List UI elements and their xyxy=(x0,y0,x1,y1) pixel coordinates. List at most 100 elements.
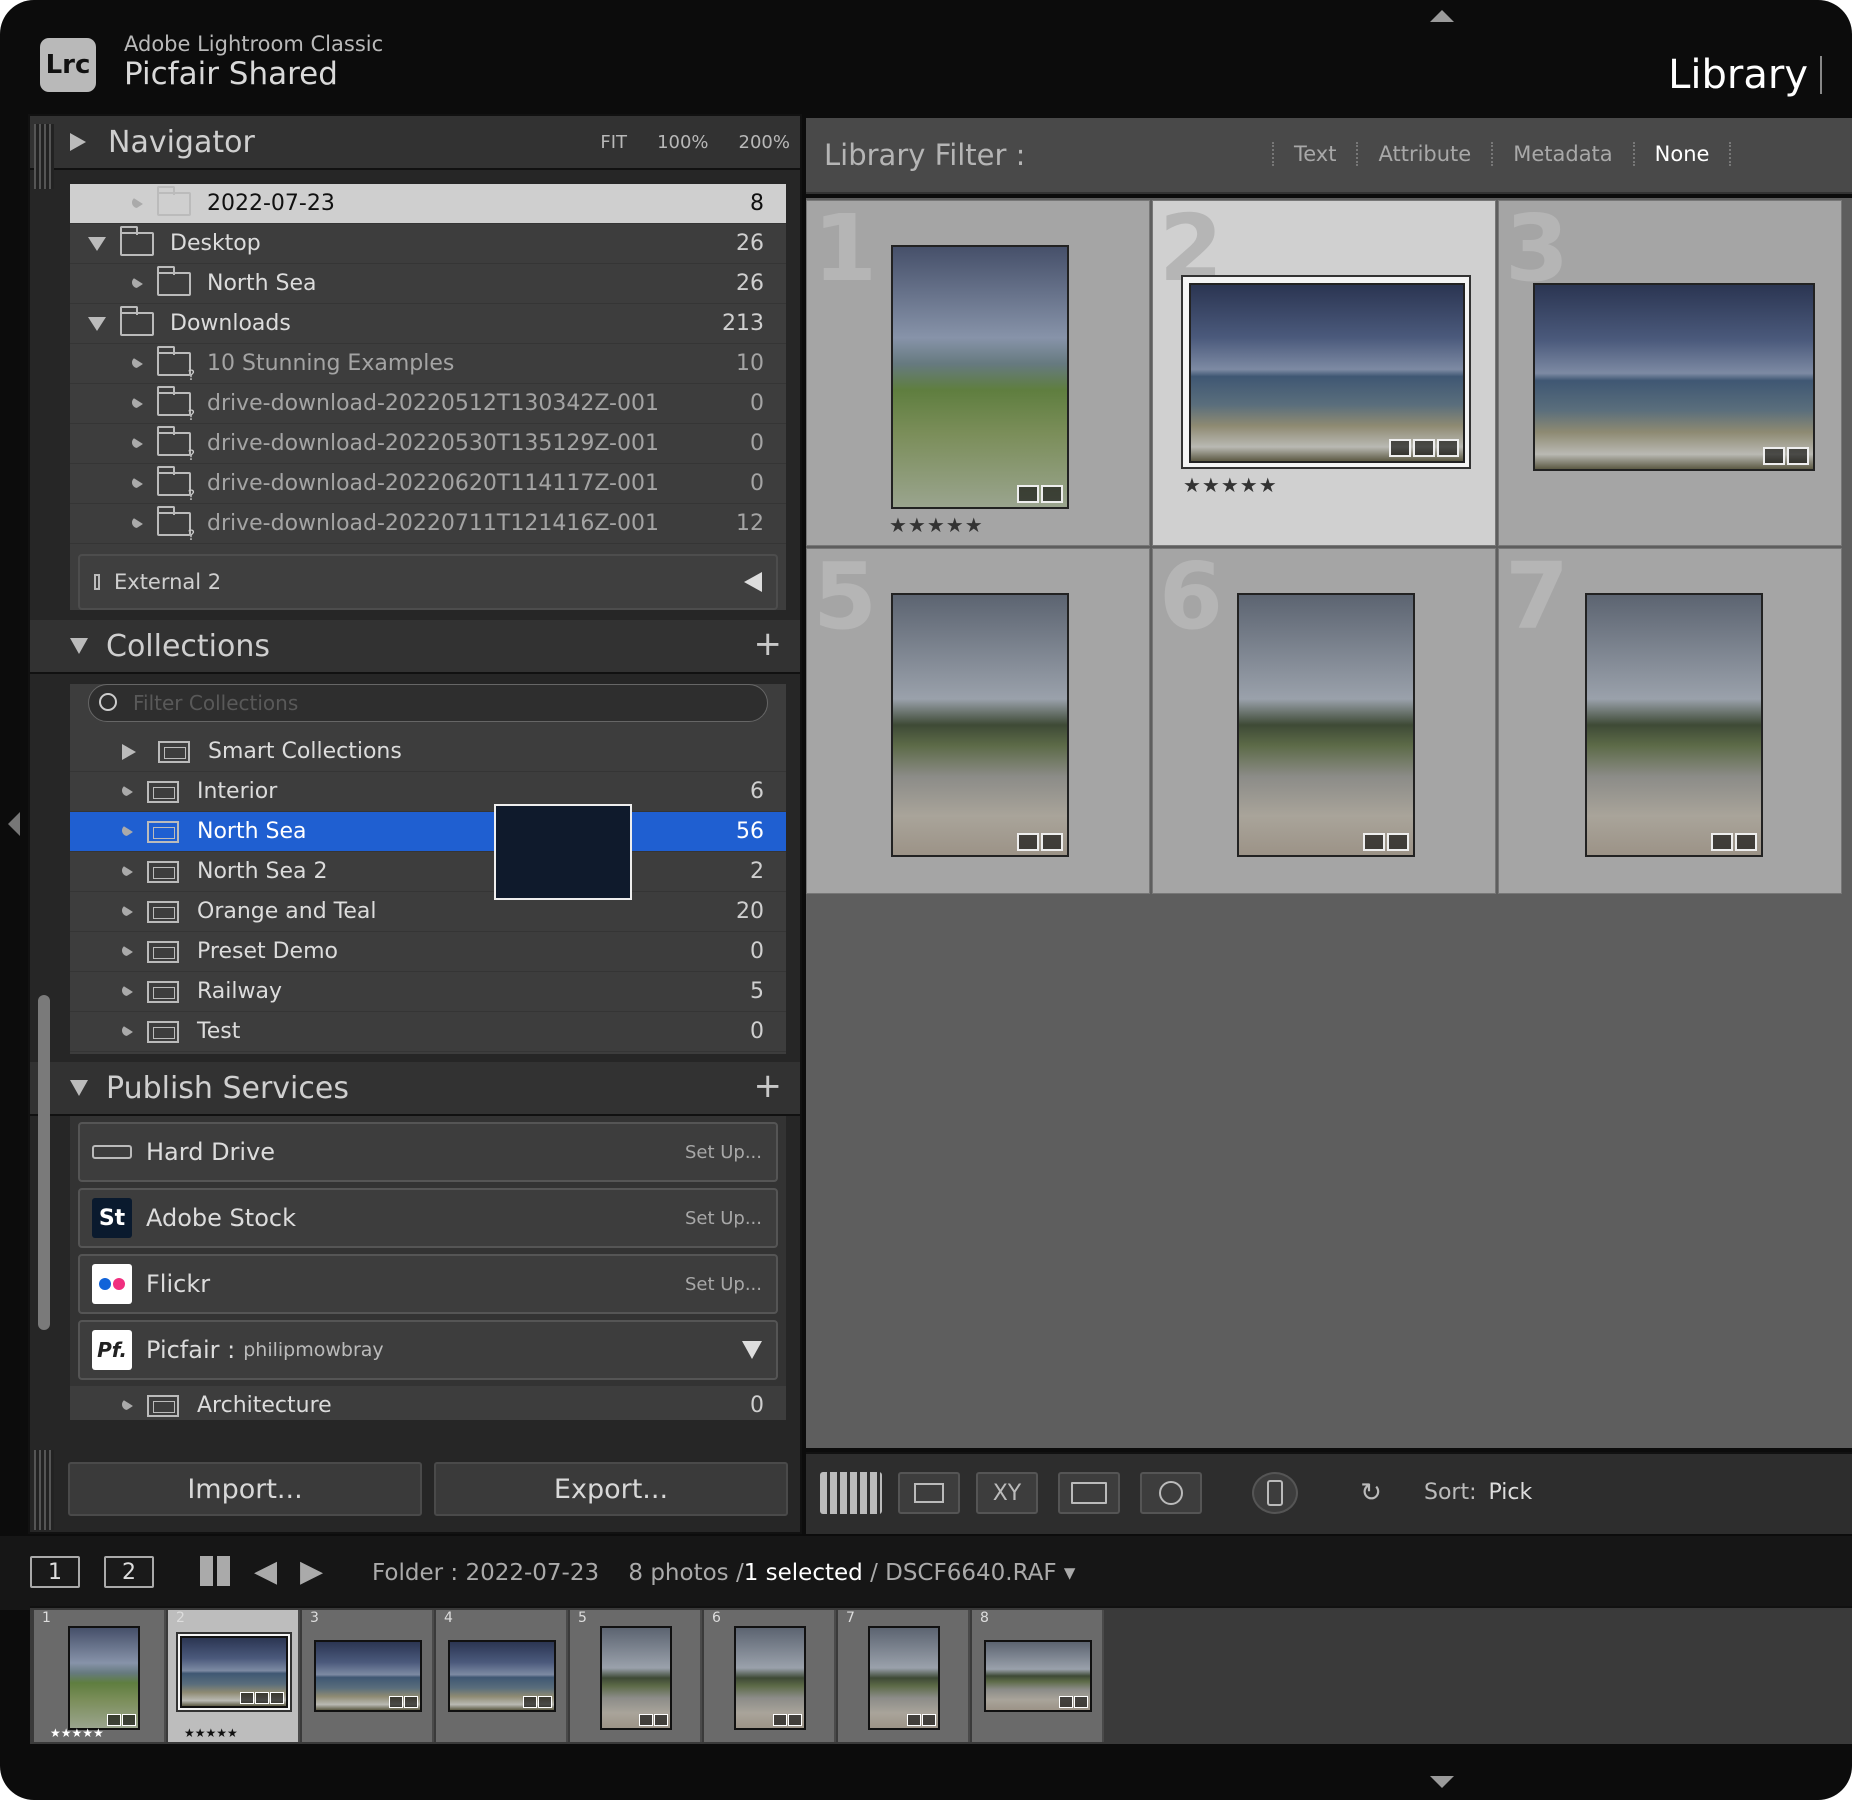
filmstrip-thumb-selected[interactable]: 2 ★★★★★ xyxy=(168,1610,300,1742)
primary-window-button[interactable]: 1 xyxy=(30,1556,80,1588)
crop-badge-icon[interactable] xyxy=(1763,447,1785,465)
collections-header[interactable]: Collections + xyxy=(30,620,800,674)
forward-arrow-icon[interactable]: ▶ xyxy=(300,1554,323,1589)
filmstrip-source-info[interactable]: Folder : 2022-07-23 8 photos /1 selected… xyxy=(372,1560,1075,1586)
filter-text[interactable]: Text xyxy=(1272,142,1356,166)
grid-cell[interactable]: 6 xyxy=(1152,543,1496,894)
collection-row[interactable]: Railway 5 xyxy=(70,972,786,1012)
filter-metadata[interactable]: Metadata xyxy=(1491,142,1632,166)
collection-row[interactable]: Preset Demo 0 xyxy=(70,932,786,972)
filmstrip-thumb[interactable]: 8 xyxy=(972,1610,1104,1742)
add-publish-service-icon[interactable]: + xyxy=(754,1066,783,1106)
rating-stars[interactable]: ★★★★★ xyxy=(1183,473,1278,497)
collapse-bottom-arrow-icon[interactable] xyxy=(1430,1776,1454,1788)
collapse-top-arrow-icon[interactable] xyxy=(1430,10,1454,22)
filmstrip-thumb[interactable]: 5 xyxy=(570,1610,702,1742)
back-arrow-icon[interactable]: ◀ xyxy=(254,1554,277,1589)
photo-thumbnail[interactable] xyxy=(891,593,1069,857)
rating-stars[interactable]: ★★★★★ xyxy=(889,513,984,537)
develop-badge-icon[interactable] xyxy=(1041,485,1063,503)
folder-row[interactable]: drive-download-20220711T121416Z-00112 xyxy=(70,504,786,544)
zoom-200[interactable]: 200% xyxy=(739,132,790,153)
filter-attribute[interactable]: Attribute xyxy=(1356,142,1491,166)
secondary-window-button[interactable]: 2 xyxy=(104,1556,154,1588)
develop-badge-icon[interactable] xyxy=(1387,833,1409,851)
publish-picfair[interactable]: Pf. Picfair : philipmowbray xyxy=(78,1320,778,1380)
folder-row[interactable]: North Sea 26 xyxy=(70,264,786,304)
sort-direction-icon[interactable]: ↻ xyxy=(1340,1472,1402,1514)
volume-arrow-icon[interactable] xyxy=(744,572,762,592)
export-button[interactable]: Export... xyxy=(434,1462,788,1516)
filmstrip-thumb[interactable]: 3 xyxy=(302,1610,434,1742)
grid-cell[interactable]: 3 xyxy=(1498,195,1842,546)
import-button[interactable]: Import... xyxy=(68,1462,422,1516)
crop-badge-icon[interactable] xyxy=(1413,439,1435,457)
painter-spray-icon[interactable] xyxy=(1252,1472,1298,1514)
publish-hard-drive[interactable]: Hard Drive Set Up... xyxy=(78,1122,778,1182)
survey-view-icon[interactable] xyxy=(1058,1472,1120,1514)
filmstrip-thumb[interactable]: 4 xyxy=(436,1610,568,1742)
collection-row[interactable]: Orange and Teal 20 xyxy=(70,892,786,932)
folder-row[interactable]: drive-download-20220512T130342Z-0010 xyxy=(70,384,786,424)
zoom-fit[interactable]: FIT xyxy=(600,132,627,153)
develop-badge-icon[interactable] xyxy=(1041,833,1063,851)
filmstrip-thumb[interactable]: 6 xyxy=(704,1610,836,1742)
crop-badge-icon[interactable] xyxy=(1017,485,1039,503)
sort-value[interactable]: Pick xyxy=(1489,1480,1533,1505)
folder-row[interactable]: Downloads 213 xyxy=(70,304,786,344)
crop-badge-icon[interactable] xyxy=(1711,833,1733,851)
photo-thumbnail[interactable] xyxy=(891,245,1069,509)
collection-row[interactable]: Test 0 xyxy=(70,1012,786,1052)
grid-cell[interactable]: 5 xyxy=(806,543,1150,894)
navigator-header[interactable]: Navigator FIT 100% 200% xyxy=(30,116,800,170)
photo-thumbnail[interactable] xyxy=(1189,283,1465,463)
left-panel-scrollbar[interactable] xyxy=(38,995,50,1330)
disclosure-icon[interactable] xyxy=(88,316,106,331)
grid-cell[interactable]: 1 ★★★★★ xyxy=(806,195,1150,546)
navigator-expand-icon[interactable] xyxy=(70,133,86,151)
publish-collapse-icon[interactable] xyxy=(70,1080,88,1096)
compare-view-icon[interactable]: XY xyxy=(976,1472,1038,1514)
photo-thumbnail[interactable] xyxy=(1585,593,1763,857)
collection-badge-icon[interactable] xyxy=(1389,439,1411,457)
develop-badge-icon[interactable] xyxy=(1787,447,1809,465)
grid-cell-selected[interactable]: 2 ★★★★★ xyxy=(1152,195,1496,546)
grid-view-icon[interactable] xyxy=(820,1472,882,1514)
collection-row[interactable]: North Sea 22 xyxy=(70,852,786,892)
folder-row[interactable]: drive-download-20220530T135129Z-0010 xyxy=(70,424,786,464)
sort-control[interactable]: Sort: Pick xyxy=(1424,1480,1532,1505)
crop-badge-icon[interactable] xyxy=(1017,833,1039,851)
collection-row[interactable]: North Sea 56 xyxy=(70,812,786,852)
chevron-down-icon[interactable]: ▾ xyxy=(1064,1560,1076,1586)
smart-collections-row[interactable]: Smart Collections xyxy=(70,732,786,772)
collapse-left-arrow-icon[interactable] xyxy=(8,812,20,836)
zoom-100[interactable]: 100% xyxy=(657,132,708,153)
publish-collection-row[interactable]: Architecture 0 xyxy=(70,1386,786,1420)
folder-row[interactable]: 2022-07-23 8 xyxy=(70,184,786,224)
grid-icon[interactable] xyxy=(200,1556,230,1586)
folder-row[interactable]: 10 Stunning Examples10 xyxy=(70,344,786,384)
develop-badge-icon[interactable] xyxy=(1437,439,1459,457)
crop-badge-icon[interactable] xyxy=(1363,833,1385,851)
panel-resize-handle[interactable] xyxy=(34,1450,54,1530)
module-library[interactable]: Library xyxy=(1668,52,1808,98)
folder-row[interactable]: drive-download-20220620T114117Z-0010 xyxy=(70,464,786,504)
filmstrip-thumb[interactable]: 1 ★★★★★ xyxy=(34,1610,166,1742)
filmstrip-thumb[interactable]: 7 xyxy=(838,1610,970,1742)
publish-services-header[interactable]: Publish Services + xyxy=(30,1062,800,1116)
disclosure-icon[interactable] xyxy=(88,236,106,251)
loupe-view-icon[interactable] xyxy=(898,1472,960,1514)
grid-cell[interactable]: 7 xyxy=(1498,543,1842,894)
expand-icon[interactable] xyxy=(122,743,136,760)
publish-adobe-stock[interactable]: St Adobe Stock Set Up... xyxy=(78,1188,778,1248)
filter-none[interactable]: None xyxy=(1632,142,1730,166)
collection-row[interactable]: Interior 6 xyxy=(70,772,786,812)
folder-row[interactable]: Desktop 26 xyxy=(70,224,786,264)
panel-resize-handle[interactable] xyxy=(34,124,54,189)
publish-flickr[interactable]: Flickr Set Up... xyxy=(78,1254,778,1314)
photo-thumbnail[interactable] xyxy=(1533,283,1815,471)
collections-collapse-icon[interactable] xyxy=(70,638,88,654)
people-view-icon[interactable] xyxy=(1140,1472,1202,1514)
volume-external-2[interactable]: External 2 xyxy=(78,554,778,610)
filter-collections-input[interactable]: Filter Collections xyxy=(88,684,768,722)
